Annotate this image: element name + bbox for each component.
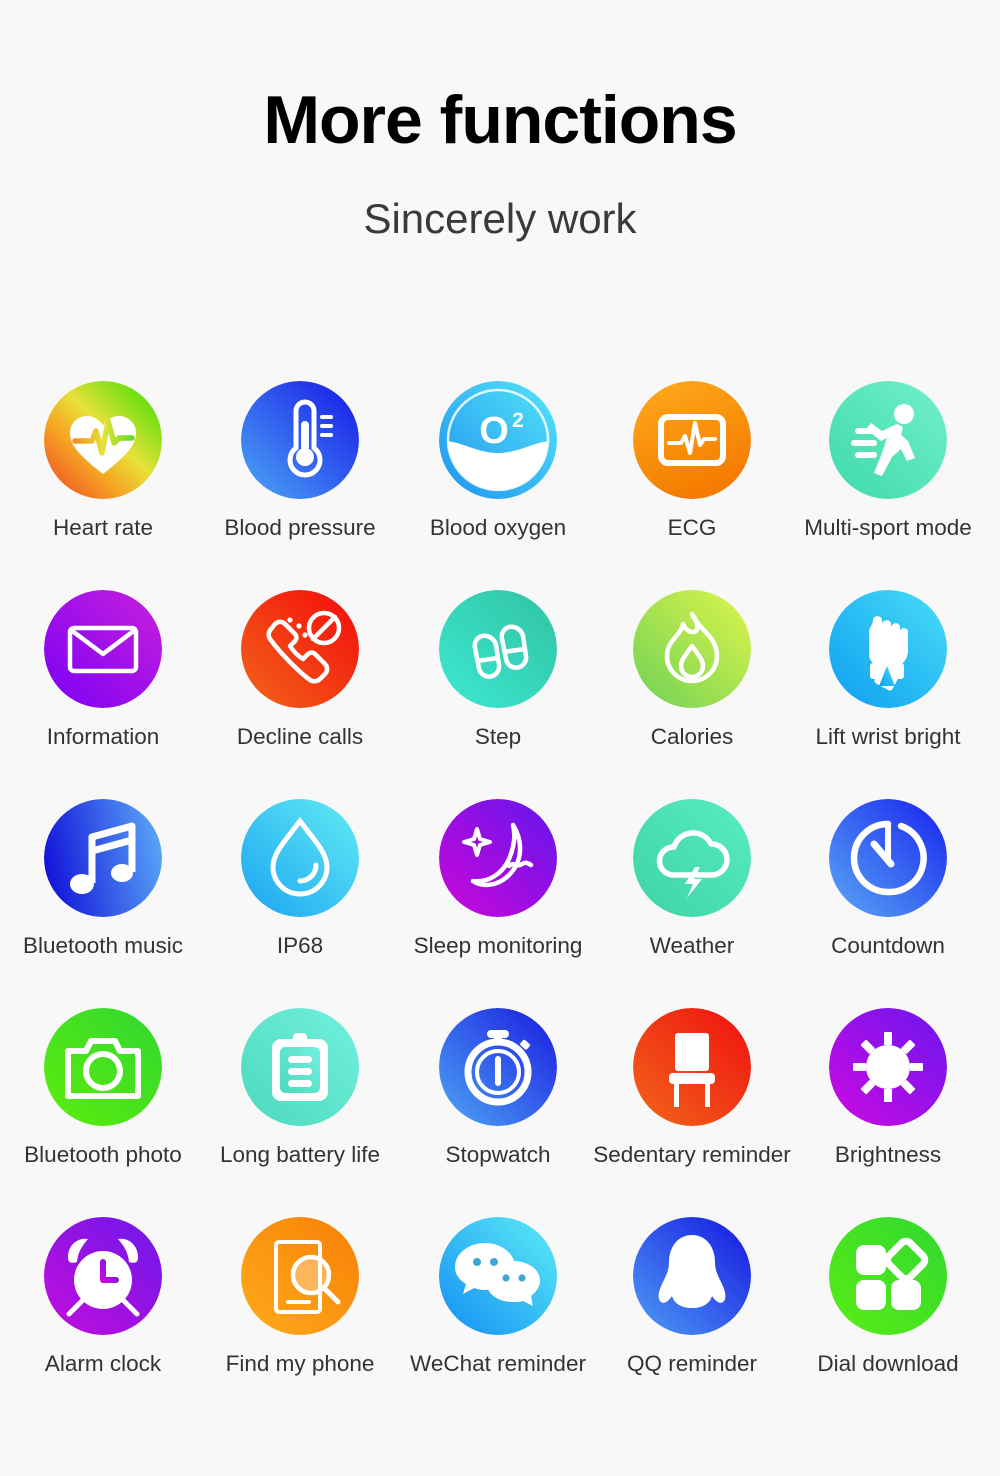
feature-icon-badge [633, 1008, 751, 1126]
feature-label: Dial download [817, 1351, 959, 1376]
feature-label: Sleep monitoring [413, 933, 583, 958]
feature-icon-badge [44, 381, 162, 499]
feature-icon-badge [633, 381, 751, 499]
feature-item-lift-wrist-bright[interactable]: Lift wrist bright [788, 590, 988, 799]
feature-icon-badge [829, 590, 947, 708]
feature-icon-badge [241, 381, 359, 499]
feature-item-stopwatch[interactable]: Stopwatch [398, 1008, 598, 1217]
feature-icon-badge [241, 799, 359, 917]
feature-grid: Heart rate Blood pressure O 2 Blood oxyg… [0, 381, 1000, 1426]
feature-label: Multi-sport mode [804, 515, 972, 540]
feature-icon-badge [44, 590, 162, 708]
feature-item-calories[interactable]: Calories [592, 590, 792, 799]
feature-item-dial-download[interactable]: Dial download [788, 1217, 988, 1426]
feature-icon-badge [829, 381, 947, 499]
feature-label: Blood pressure [224, 515, 376, 540]
feature-label: Decline calls [236, 724, 364, 749]
feature-icon-badge [829, 799, 947, 917]
feature-item-bluetooth-photo[interactable]: Bluetooth photo [3, 1008, 203, 1217]
feature-label: Calories [650, 724, 734, 749]
feature-item-heart-rate[interactable]: Heart rate [3, 381, 203, 590]
feature-item-qq-reminder[interactable]: QQ reminder [592, 1217, 792, 1426]
page-subtitle: Sincerely work [363, 195, 637, 242]
svg-text:O: O [479, 410, 509, 452]
feature-item-brightness[interactable]: Brightness [788, 1008, 988, 1217]
feature-item-ecg[interactable]: ECG [592, 381, 792, 590]
feature-item-countdown[interactable]: Countdown [788, 799, 988, 1008]
feature-label: ECG [667, 515, 717, 540]
feature-icon-badge [439, 590, 557, 708]
feature-icon-badge [241, 1008, 359, 1126]
promo-page: More functions Sincerely work Heart rate… [0, 0, 1000, 1476]
page-title: More functions [263, 82, 737, 158]
feature-icon-badge [44, 1008, 162, 1126]
feature-item-decline-calls[interactable]: Decline calls [200, 590, 400, 799]
feature-item-information[interactable]: Information [3, 590, 203, 799]
feature-item-step[interactable]: Step [398, 590, 598, 799]
feature-label: IP68 [276, 933, 324, 958]
feature-icon-badge [829, 1217, 947, 1335]
feature-icon-badge [633, 590, 751, 708]
feature-icon-badge [241, 590, 359, 708]
svg-text:2: 2 [512, 409, 524, 432]
feature-label: Sedentary reminder [593, 1142, 791, 1167]
feature-item-ip68[interactable]: IP68 [200, 799, 400, 1008]
feature-icon-badge: O 2 [439, 381, 557, 499]
feature-icon-badge [439, 799, 557, 917]
feature-item-blood-oxygen[interactable]: O 2 Blood oxygen [398, 381, 598, 590]
feature-label: Long battery life [219, 1142, 381, 1167]
feature-label: Step [474, 724, 522, 749]
feature-item-sedentary-reminder[interactable]: Sedentary reminder [592, 1008, 792, 1217]
feature-icon-badge [439, 1217, 557, 1335]
feature-icon-badge [439, 1008, 557, 1126]
feature-label: Brightness [834, 1142, 942, 1167]
feature-icon-badge [829, 1008, 947, 1126]
feature-label: Blood oxygen [429, 515, 567, 540]
feature-label: Stopwatch [445, 1142, 551, 1167]
feature-icon-badge [241, 1217, 359, 1335]
feature-item-find-my-phone[interactable]: Find my phone [200, 1217, 400, 1426]
feature-label: Lift wrist bright [815, 724, 961, 749]
feature-label: Countdown [831, 933, 945, 958]
feature-label: Bluetooth music [22, 933, 184, 958]
feature-item-weather[interactable]: Weather [592, 799, 792, 1008]
feature-label: Heart rate [52, 515, 154, 540]
feature-label: WeChat reminder [410, 1351, 586, 1376]
feature-label: Find my phone [225, 1351, 375, 1376]
feature-item-alarm-clock[interactable]: Alarm clock [3, 1217, 203, 1426]
feature-icon-badge [44, 799, 162, 917]
feature-icon-badge [44, 1217, 162, 1335]
feature-label: Weather [649, 933, 735, 958]
feature-item-wechat-reminder[interactable]: WeChat reminder [398, 1217, 598, 1426]
feature-item-long-battery-life[interactable]: Long battery life [200, 1008, 400, 1217]
feature-label: Alarm clock [44, 1351, 162, 1376]
feature-item-bluetooth-music[interactable]: Bluetooth music [3, 799, 203, 1008]
feature-item-sleep-monitoring[interactable]: Sleep monitoring [398, 799, 598, 1008]
feature-label: Information [46, 724, 160, 749]
feature-icon-badge [633, 799, 751, 917]
feature-item-multi-sport-mode[interactable]: Multi-sport mode [788, 381, 988, 590]
feature-label: QQ reminder [626, 1351, 758, 1376]
feature-label: Bluetooth photo [24, 1142, 182, 1167]
feature-icon-badge [633, 1217, 751, 1335]
feature-item-blood-pressure[interactable]: Blood pressure [200, 381, 400, 590]
page-header: More functions Sincerely work [0, 0, 1000, 240]
